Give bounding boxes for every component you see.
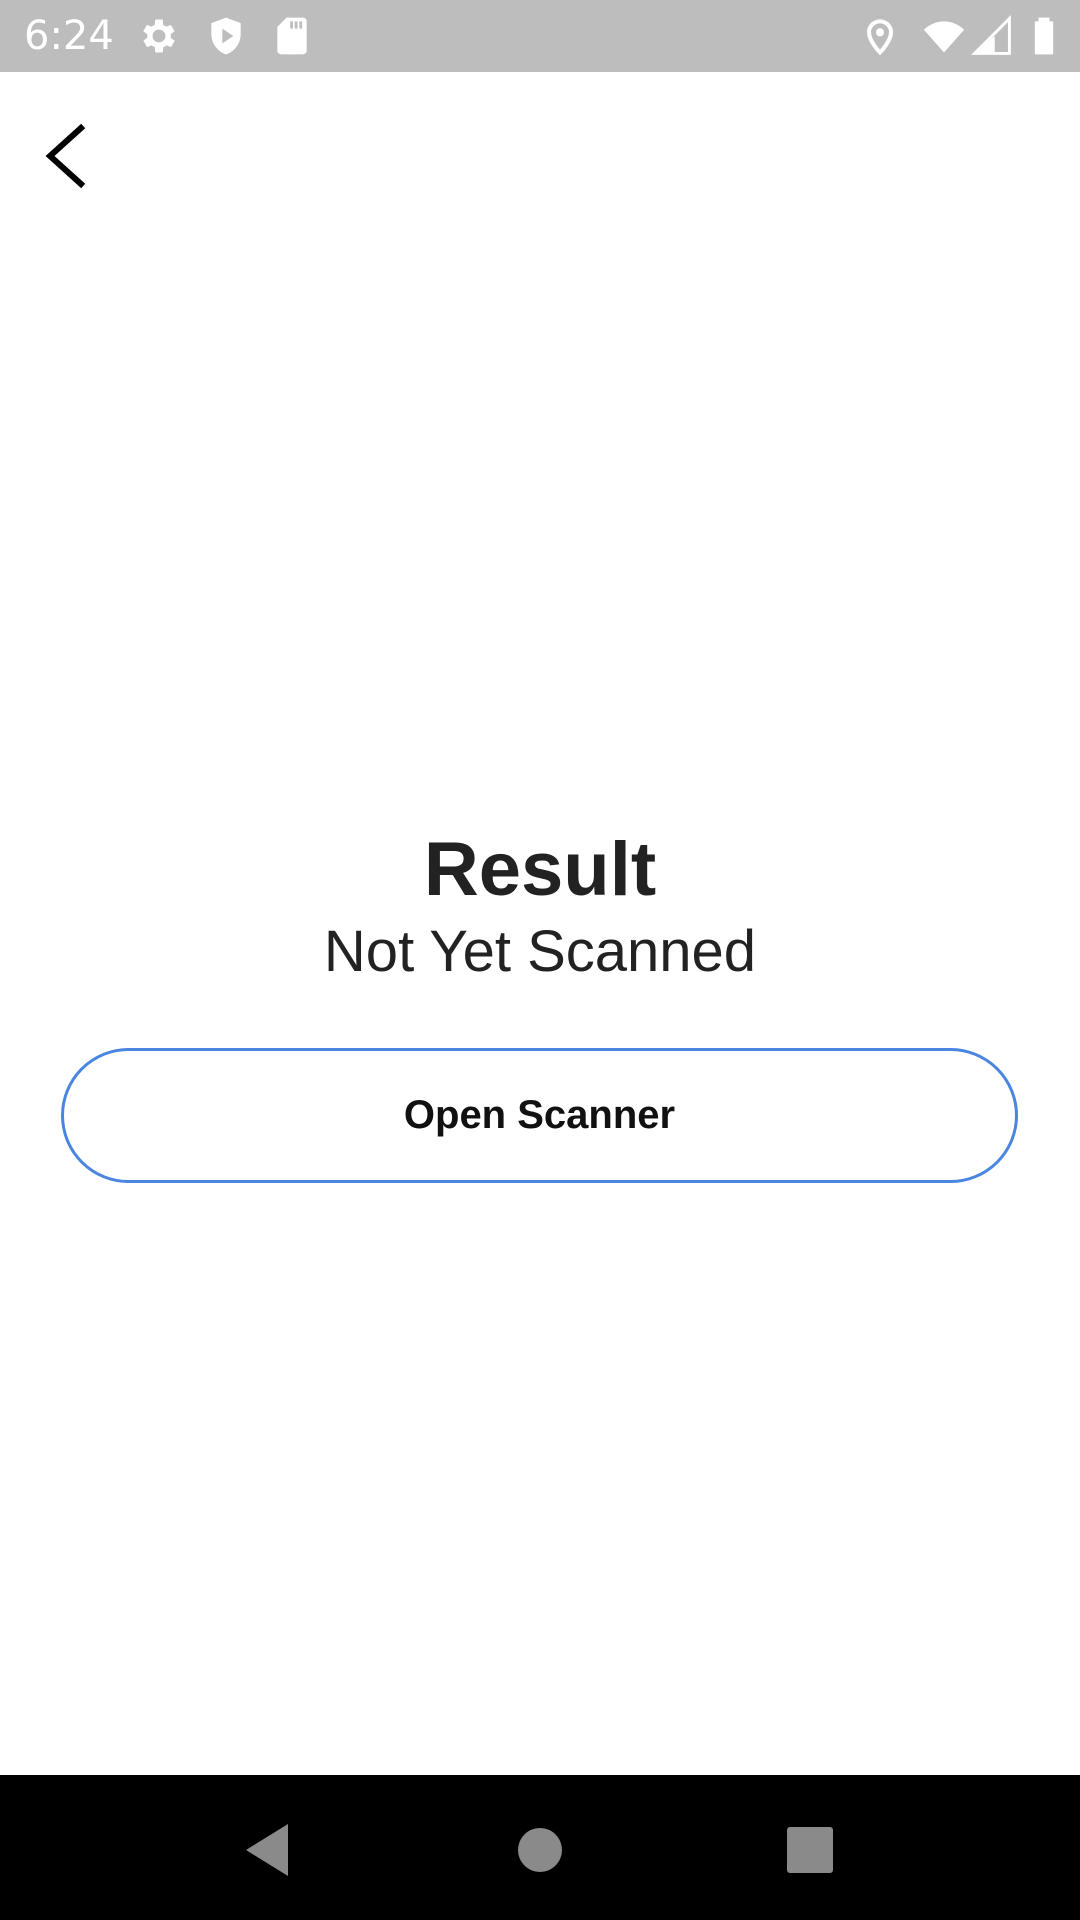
back-triangle-icon	[246, 1824, 288, 1876]
status-bar: 6:24	[0, 0, 1080, 72]
back-arrow-icon	[45, 123, 86, 189]
open-scanner-label: Open Scanner	[403, 1093, 676, 1137]
nav-recents-button[interactable]	[770, 1810, 850, 1890]
recents-square-icon	[787, 1827, 833, 1873]
open-scanner-button[interactable]: Open Scanner	[61, 1048, 1018, 1183]
status-time: 6:24	[24, 13, 114, 59]
home-circle-icon	[518, 1828, 562, 1872]
result-value: Not Yet Scanned	[323, 919, 757, 984]
wifi-icon	[922, 14, 966, 58]
battery-icon	[1022, 14, 1066, 58]
sd-card-icon	[270, 14, 314, 58]
settings-icon	[137, 14, 181, 58]
nav-back-button[interactable]	[228, 1810, 308, 1890]
shield-play-icon	[204, 14, 248, 58]
nav-home-button[interactable]	[500, 1810, 580, 1890]
location-icon	[858, 14, 902, 58]
result-title: Result	[423, 827, 657, 912]
back-button[interactable]	[28, 110, 108, 200]
cell-signal-icon	[970, 14, 1014, 58]
navigation-bar	[0, 1775, 1080, 1920]
